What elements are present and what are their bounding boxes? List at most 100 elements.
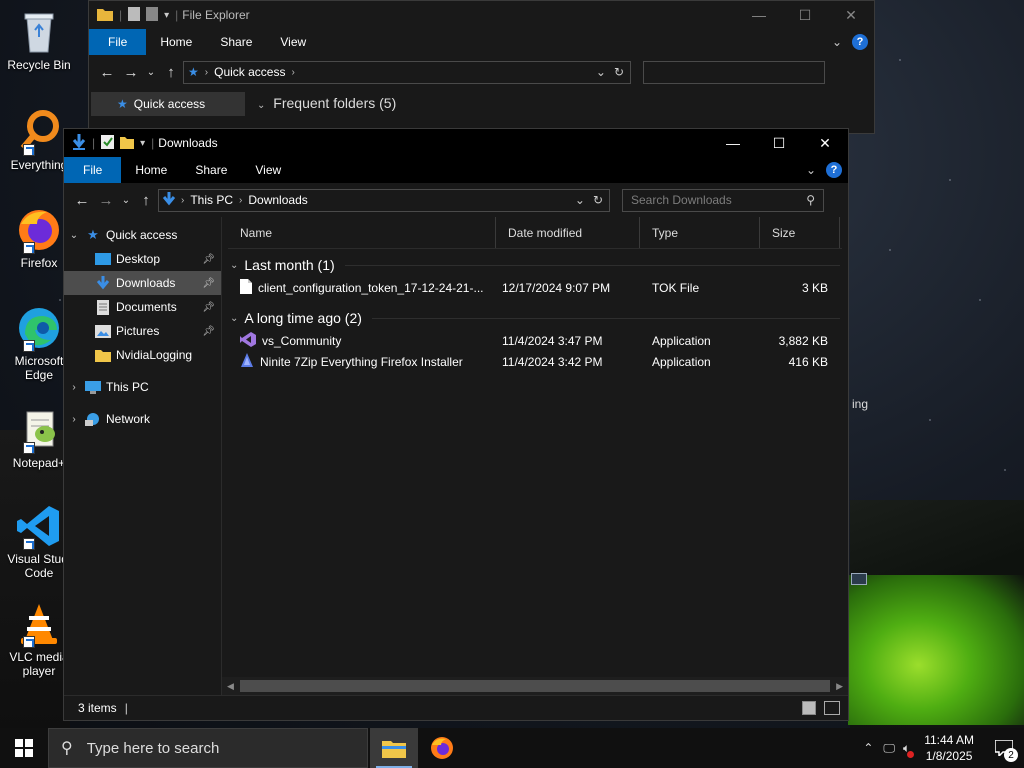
- forward-button[interactable]: →: [94, 192, 118, 209]
- refresh-icon[interactable]: ↻: [593, 193, 603, 207]
- search-box[interactable]: [643, 60, 825, 84]
- nav-item-nvidialogging[interactable]: NvidiaLogging: [64, 343, 221, 367]
- refresh-icon[interactable]: ↻: [614, 65, 624, 79]
- dropdown-icon[interactable]: ⌄: [575, 193, 585, 207]
- group-header[interactable]: ⌄ Last month (1): [222, 253, 848, 277]
- scroll-right-icon[interactable]: ▶: [836, 681, 843, 692]
- back-button[interactable]: ←: [95, 64, 119, 81]
- search-input[interactable]: [631, 193, 823, 207]
- maximize-button[interactable]: ☐: [782, 1, 828, 29]
- scroll-left-icon[interactable]: ◀: [227, 681, 234, 692]
- tab-share[interactable]: Share: [181, 157, 241, 183]
- section-header[interactable]: ⌄ Frequent folders (5): [257, 95, 396, 129]
- tab-view[interactable]: View: [241, 157, 295, 183]
- new-folder-icon[interactable]: [120, 135, 135, 152]
- minimize-button[interactable]: —: [736, 1, 782, 29]
- network-status-icon[interactable]: 🖵︎: [883, 741, 895, 756]
- start-button[interactable]: [0, 728, 48, 768]
- chevron-right-icon[interactable]: ›: [64, 382, 84, 393]
- nav-label: NvidiaLogging: [116, 348, 193, 362]
- title-bar[interactable]: | ▾ | File Explorer — ☐ ✕: [89, 1, 874, 29]
- nav-item-desktop[interactable]: Desktop 📌︎: [64, 247, 221, 271]
- column-header-type[interactable]: Type: [640, 217, 760, 248]
- ninite-icon: [240, 352, 254, 371]
- desktop-icon-recycle-bin[interactable]: Recycle Bin: [2, 8, 76, 72]
- details-view-icon[interactable]: [802, 701, 816, 715]
- address-bar[interactable]: ★ › Quick access › ⌄ ↻: [183, 60, 631, 84]
- customize-toolbar-icon[interactable]: ▾: [140, 138, 145, 149]
- horizontal-scrollbar[interactable]: ◀ ▶: [222, 677, 848, 695]
- recent-locations-button[interactable]: ⌄: [143, 67, 159, 78]
- nav-label: This PC: [106, 380, 149, 394]
- tab-file[interactable]: File: [89, 29, 147, 55]
- expand-ribbon-icon[interactable]: ⌄: [832, 35, 842, 49]
- quick-access-toolbar: | ▾ |: [97, 6, 178, 24]
- show-hidden-icons-icon[interactable]: ⌃: [863, 741, 873, 755]
- large-icons-view-icon[interactable]: [824, 701, 840, 715]
- scrollbar-thumb[interactable]: [240, 680, 830, 692]
- breadcrumb-this-pc[interactable]: This PC: [190, 193, 233, 207]
- dropdown-icon[interactable]: ⌄: [596, 65, 606, 79]
- file-explorer-window-back[interactable]: | ▾ | File Explorer — ☐ ✕ File Home Shar…: [88, 0, 875, 134]
- group-header[interactable]: ⌄ A long time ago (2): [222, 306, 848, 330]
- file-row[interactable]: vs_Community 11/4/2024 3:47 PM Applicati…: [240, 330, 848, 351]
- new-folder-icon[interactable]: [146, 6, 159, 24]
- pin-icon[interactable]: 📌︎: [202, 254, 215, 265]
- chevron-right-icon[interactable]: ›: [64, 414, 84, 425]
- properties-icon[interactable]: [128, 6, 141, 24]
- customize-toolbar-icon[interactable]: ▾: [164, 10, 169, 21]
- nav-item-pictures[interactable]: Pictures 📌︎: [64, 319, 221, 343]
- expand-ribbon-icon[interactable]: ⌄: [806, 163, 816, 177]
- action-center-button[interactable]: 2: [984, 728, 1024, 768]
- file-row[interactable]: client_configuration_token_17-12-24-21-.…: [240, 277, 848, 298]
- column-header-size[interactable]: Size: [760, 217, 840, 248]
- nav-item-downloads[interactable]: Downloads 📌︎: [64, 271, 221, 295]
- recent-locations-button[interactable]: ⌄: [118, 195, 134, 206]
- nav-item-this-pc[interactable]: › This PC: [64, 375, 221, 399]
- breadcrumb-downloads[interactable]: Downloads: [248, 193, 307, 207]
- help-icon[interactable]: ?: [826, 162, 842, 178]
- tab-view[interactable]: View: [266, 29, 320, 55]
- desktop-icon-label: Recycle Bin: [7, 58, 71, 72]
- chevron-down-icon[interactable]: ⌄: [64, 230, 84, 241]
- maximize-button[interactable]: ☐: [756, 129, 802, 157]
- column-header-date-modified[interactable]: Date modified: [496, 217, 640, 248]
- nav-item-network[interactable]: › Network: [64, 407, 221, 431]
- close-button[interactable]: ✕: [802, 129, 848, 157]
- file-explorer-window-downloads[interactable]: | ▾ | Downloads — ☐ ✕ File Home Share Vi…: [63, 128, 849, 721]
- title-bar[interactable]: | ▾ | Downloads — ☐ ✕: [64, 129, 848, 157]
- breadcrumb[interactable]: Quick access: [214, 65, 285, 79]
- notepadpp-icon: [15, 406, 63, 454]
- volume-muted-icon[interactable]: 🔈︎: [903, 741, 915, 758]
- up-button[interactable]: ↑: [159, 64, 183, 81]
- pin-icon[interactable]: 📌︎: [202, 326, 215, 337]
- nav-item-documents[interactable]: Documents 📌︎: [64, 295, 221, 319]
- clock[interactable]: 11:44 AM 1/8/2025: [924, 732, 974, 764]
- search-box[interactable]: ⚲: [622, 188, 824, 212]
- taskbar-firefox[interactable]: [418, 728, 466, 768]
- up-button[interactable]: ↑: [134, 192, 158, 209]
- pin-icon[interactable]: 📌︎: [202, 302, 215, 313]
- tab-home[interactable]: Home: [121, 157, 181, 183]
- chevron-down-icon[interactable]: ⌄: [230, 313, 238, 324]
- chevron-down-icon[interactable]: ⌄: [230, 260, 238, 271]
- tab-home[interactable]: Home: [146, 29, 206, 55]
- nav-item-quick-access[interactable]: ★ Quick access: [91, 92, 245, 116]
- taskbar-search-box[interactable]: ⚲ Type here to search: [48, 728, 368, 768]
- nav-item-quick-access[interactable]: ⌄ ★ Quick access: [64, 223, 221, 247]
- forward-button[interactable]: →: [119, 64, 143, 81]
- pin-icon[interactable]: 📌︎: [202, 278, 215, 289]
- nav-label: Network: [106, 412, 151, 426]
- back-button[interactable]: ←: [70, 192, 94, 209]
- minimize-button[interactable]: —: [710, 129, 756, 157]
- address-bar[interactable]: › This PC › Downloads ⌄ ↻: [158, 188, 610, 212]
- taskbar-file-explorer[interactable]: [370, 728, 418, 768]
- column-header-name[interactable]: Name: [228, 217, 496, 248]
- file-row[interactable]: Ninite 7Zip Everything Firefox Installer…: [240, 351, 848, 372]
- tab-file[interactable]: File: [64, 157, 122, 183]
- file-name: client_configuration_token_17-12-24-21-.…: [258, 280, 484, 295]
- close-button[interactable]: ✕: [828, 1, 874, 29]
- tab-share[interactable]: Share: [206, 29, 266, 55]
- help-icon[interactable]: ?: [852, 34, 868, 50]
- properties-icon[interactable]: [101, 134, 115, 152]
